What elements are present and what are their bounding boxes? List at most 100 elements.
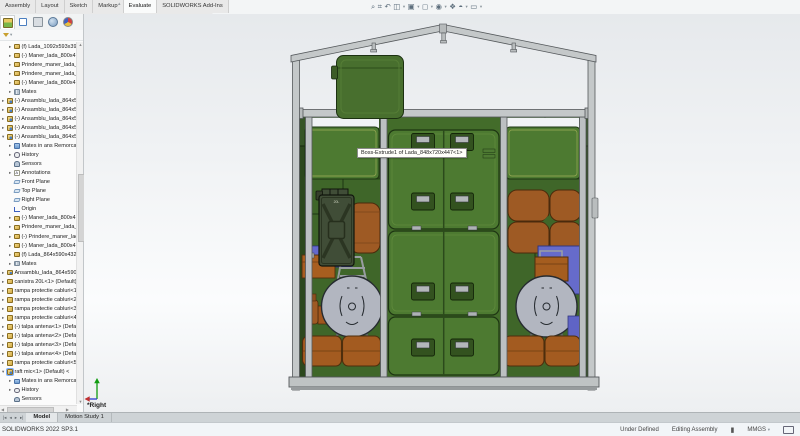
tree-item[interactable]: ▸rampa protectie cabluri<4> <box>0 313 77 322</box>
tree-item[interactable]: ▸(-) talpa antena<2> (Defau <box>0 332 77 341</box>
zoom-to-area-icon[interactable]: ⌗ <box>378 1 382 13</box>
tree-item[interactable]: ▸(-) Prindere_maner_lad <box>0 232 77 241</box>
graphics-area[interactable]: 20L <box>84 14 800 412</box>
tree-item[interactable]: ▸(f) Lada_1092x593x394 <box>0 42 77 51</box>
tree-item[interactable]: Sensors <box>0 160 77 169</box>
edit-appearance-icon[interactable]: ❖ <box>449 1 456 13</box>
right-bay[interactable] <box>504 127 581 377</box>
tree-item[interactable]: ▸Prindere_maner_lada_l <box>0 223 77 232</box>
tab-scroll-icon[interactable]: ◂ <box>8 415 12 421</box>
units-dropdown[interactable]: MMGS ▾ <box>747 424 770 436</box>
trailer-floor <box>289 377 599 390</box>
tab-sketch[interactable]: Sketch <box>65 0 94 13</box>
tree-item[interactable]: ▸(-) talpa antena<1> (Defau <box>0 322 77 331</box>
zoom-to-fit-icon[interactable]: ⌕ <box>371 1 375 13</box>
tree-vertical-scrollbar[interactable]: ▲ ▼ <box>76 42 83 404</box>
tab-layout[interactable]: Layout <box>36 0 64 13</box>
tree-item[interactable]: ▸canistra 20L<1> (Default) < <box>0 277 77 286</box>
hide-show-items-icon[interactable]: ◉ <box>435 1 442 13</box>
tab-scroll-icon[interactable]: ▸ <box>14 415 18 421</box>
tree-item[interactable]: Origin <box>0 205 77 214</box>
tree-item[interactable]: ▸History <box>0 386 77 395</box>
tree-item-label: History <box>22 152 39 158</box>
history-icon <box>14 388 20 394</box>
tree-item[interactable]: ▾raft mic<1> (Default) < <box>0 368 77 377</box>
tab-scroll-icon[interactable]: |◂ <box>2 415 7 421</box>
view-orientation-icon[interactable]: ▣ <box>408 1 415 13</box>
display-manager-icon <box>48 17 58 27</box>
tree-item-label: Annotations <box>22 170 51 176</box>
tab-dimxpert-manager[interactable] <box>30 15 45 29</box>
display-settings-icon[interactable] <box>783 426 794 434</box>
commandmanager-collapse-icon[interactable]: ▴ <box>118 1 121 7</box>
dropdown-caret-icon[interactable]: ▾ <box>403 1 405 13</box>
tree-item[interactable]: ▸(-) Maner_lada_800x47 <box>0 51 77 60</box>
tree-item[interactable]: ▸Mates in ans Remorca <box>0 142 77 151</box>
display-style-icon[interactable]: ◻ <box>422 1 428 13</box>
apply-scene-icon[interactable]: ◓ <box>459 1 464 13</box>
tree-item[interactable]: ▸(-) talpa antena<4> (Defau <box>0 350 77 359</box>
tree-item[interactable]: ▸History <box>0 151 77 160</box>
jerry-can[interactable]: 20L <box>316 189 354 266</box>
tab-evaluate[interactable]: Evaluate <box>124 0 158 13</box>
tree-item[interactable]: Right Plane <box>0 196 77 205</box>
tree-item[interactable]: ▸Prindere_maner_lada_l <box>0 60 77 69</box>
part-icon <box>14 62 20 68</box>
tab-assembly[interactable]: Assembly <box>0 0 36 13</box>
dropdown-caret-icon[interactable]: ▾ <box>480 1 482 13</box>
top-crate[interactable] <box>332 56 404 119</box>
tree-item[interactable]: ▸Ansamblu_lada_864x590x4 <box>0 268 77 277</box>
tree-item[interactable]: ▸rampa protectie cabluri<5> <box>0 359 77 368</box>
tree-item-label: (-) Prindere_maner_lad <box>22 234 78 240</box>
stacked-crates[interactable] <box>389 130 500 375</box>
tab-addins[interactable] <box>60 15 75 29</box>
tab-display-manager[interactable] <box>45 15 60 29</box>
tree-item[interactable]: Sensors <box>0 395 77 404</box>
filter-caret-icon[interactable]: ▾ <box>10 29 12 41</box>
tab-solidworks-add-ins[interactable]: SOLIDWORKS Add-Ins <box>157 0 229 13</box>
trailer-model[interactable]: 20L <box>84 14 800 412</box>
section-view-icon[interactable]: ◫ <box>393 1 400 13</box>
tree-item[interactable]: ▸Annotations <box>0 169 77 178</box>
tree-item[interactable]: ▸rampa protectie cabluri<1> <box>0 286 77 295</box>
tree-horizontal-scrollbar[interactable]: ◀ ▶ <box>0 405 77 412</box>
tree-filter[interactable]: ▾ <box>0 30 83 41</box>
left-bay[interactable]: 20L <box>302 127 383 377</box>
tree-item[interactable]: ▸(-) Ansamblu_lada_864x590 <box>0 96 77 105</box>
tab-scroll-icon[interactable]: ▸| <box>19 415 24 421</box>
dropdown-caret-icon[interactable]: ▾ <box>466 1 468 13</box>
tree-item[interactable]: ▸Mates in ans Remorca <box>0 377 77 386</box>
tree-item[interactable]: ▸Mates <box>0 87 77 96</box>
tree-item[interactable]: ▸(-) Ansamblu_lada_864x590 <box>0 114 77 123</box>
tab-featuremanager-tree[interactable] <box>0 15 15 29</box>
tree-item[interactable]: ▸(-) talpa antena<3> (Defau <box>0 341 77 350</box>
tree-item[interactable]: ▸(-) Ansamblu_lada_864x590 <box>0 105 77 114</box>
scroll-down-icon[interactable]: ▼ <box>77 399 84 404</box>
tree-item[interactable]: ▸(f) Lada_864x590x432< <box>0 250 77 259</box>
mates-icon <box>14 89 20 95</box>
headsup-toolbar: ⌕⌗↶◫▾▣▾◻▾◉▾❖◓▾▭▾ <box>371 0 482 14</box>
view-settings-icon[interactable]: ▭ <box>470 1 477 13</box>
tree-item[interactable]: ▸(-) Ansamblu_lada_864x590 <box>0 123 77 132</box>
tree-item-label: raft mic<1> (Default) < <box>15 369 70 375</box>
cable-drums[interactable] <box>508 190 581 253</box>
tree-item[interactable]: Top Plane <box>0 187 77 196</box>
tree-item[interactable]: ▸Mates <box>0 259 77 268</box>
scroll-up-icon[interactable]: ▲ <box>77 42 84 47</box>
dropdown-caret-icon[interactable]: ▾ <box>431 1 433 13</box>
tab-configuration-manager[interactable] <box>15 15 30 29</box>
tree-item[interactable]: ▸(-) Maner_lada_800x47 <box>0 241 77 250</box>
tree-item[interactable]: ▾(-) Ansamblu_lada_864x590 <box>0 132 77 141</box>
tree-item-label: Mates <box>22 261 37 267</box>
tree-item[interactable]: Front Plane <box>0 178 77 187</box>
tree-item[interactable]: ▸(-) Maner_lada_800x47 <box>0 214 77 223</box>
tree-item[interactable]: ▸rampa protectie cabluri<2> <box>0 295 77 304</box>
tree-item[interactable]: ▸rampa protectie cabluri<3> <box>0 304 77 313</box>
previous-view-icon[interactable]: ↶ <box>384 1 390 13</box>
tree-item-label: rampa protectie cabluri<3> <box>15 306 78 312</box>
tree-item[interactable]: ▸(-) Maner_lada_800x47 <box>0 78 77 87</box>
dropdown-caret-icon[interactable]: ▾ <box>445 1 447 13</box>
tree-item[interactable]: ▸Prindere_maner_lada_l <box>0 69 77 78</box>
green-crate[interactable] <box>506 127 580 179</box>
dropdown-caret-icon[interactable]: ▾ <box>417 1 419 13</box>
